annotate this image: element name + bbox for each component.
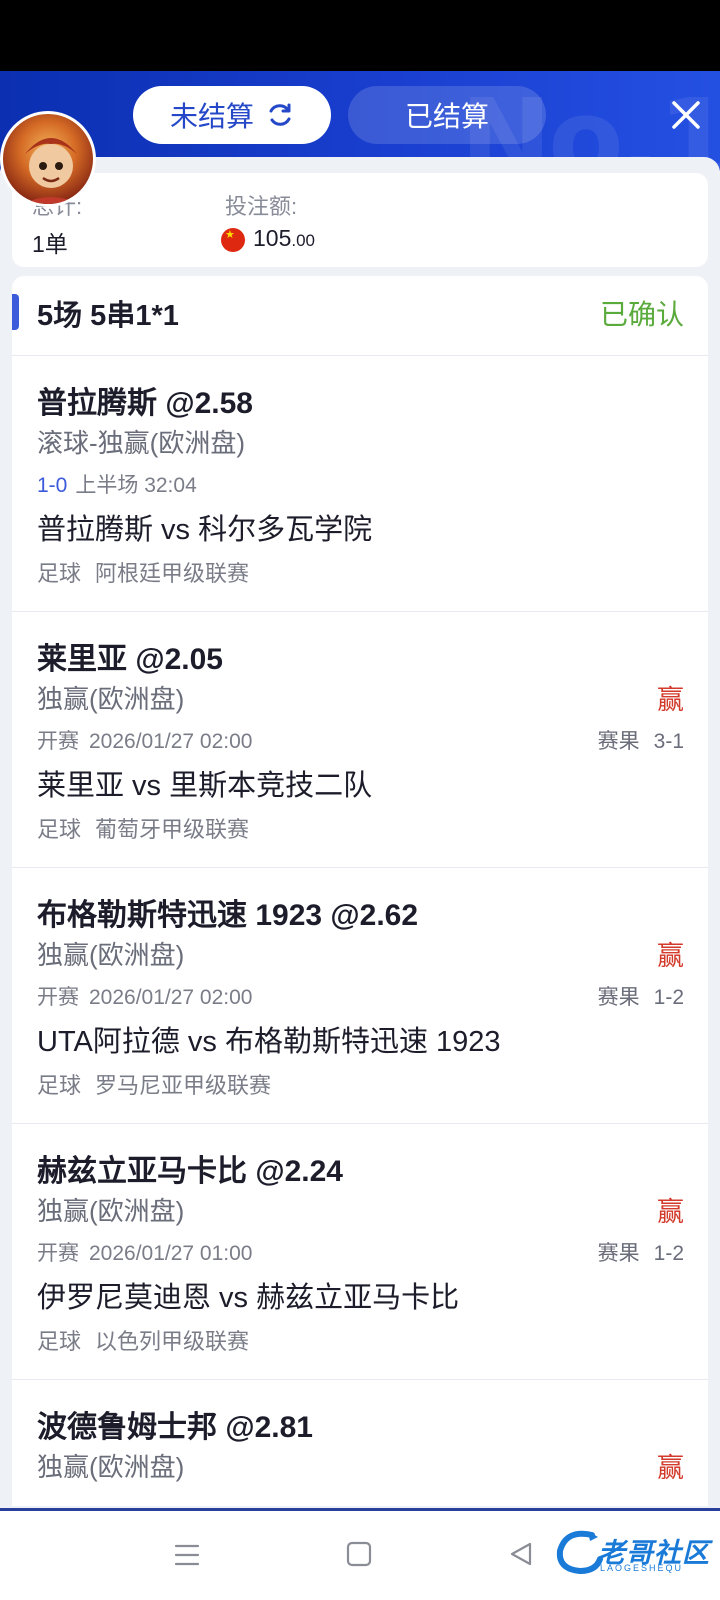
china-flag-icon [221,227,245,252]
stake-amount-value: 105.00 [221,225,315,252]
leg-match: UTA阿拉德 vs 布格勒斯特迅速 1923 [37,1026,501,1058]
tab-unsettled[interactable]: 未结算 [133,86,331,144]
leg-market: 独赢(欧洲盘) [37,684,185,714]
start-time: 2026/01/27 02:00 [89,986,253,1009]
leg-market: 滚球-独赢(欧洲盘) [37,428,245,458]
leg-match: 莱里亚 vs 里斯本竞技二队 [37,770,373,802]
header: No.1 未结算 已结算 [0,71,720,171]
leg-sport: 足球 [37,1329,82,1354]
system-nav-bar: 老哥社区 LAOGESHEQU [0,1511,720,1600]
leg-league: 足球 阿根廷甲级联赛 [37,556,249,588]
result-label: 赛果 [597,1242,640,1265]
result-label: 赛果 [597,730,640,753]
leg-win-badge: 赢 [657,1197,684,1227]
start-time: 2026/01/27 01:00 [89,1242,253,1265]
leg-league-name: 以色列甲级联赛 [95,1329,250,1354]
leg-league-name: 阿根廷甲级联赛 [95,561,250,586]
leg-win-badge: 赢 [657,685,684,715]
status-bar [0,0,720,71]
leg-league-name: 葡萄牙甲级联赛 [95,817,250,842]
stake-amount-main: 105 [253,225,292,251]
start-time: 2026/01/27 02:00 [89,730,253,753]
bet-card-header: 5场 5串1*1 已确认 [12,276,708,356]
watermark-subtext: LAOGESHEQU [600,1563,684,1573]
leg-market: 独赢(欧洲盘) [37,1196,185,1226]
leg-sport: 足球 [37,817,82,842]
start-label: 开赛 [37,1242,79,1265]
stake-amount-label: 投注额: [225,194,298,219]
bet-type: 5场 5串1*1 [37,300,179,332]
result-value: 3-1 [653,730,684,753]
leg-selection: 莱里亚 @2.05 [37,643,223,676]
leg-sport: 足球 [37,561,82,586]
leg-market: 独赢(欧洲盘) [37,940,185,970]
leg-result: 赛果 3-1 [598,725,684,755]
leg-start-info: 开赛 2026/01/27 02:00 [37,981,253,1011]
home-square-icon[interactable] [346,1541,372,1567]
result-label: 赛果 [597,986,640,1009]
bet-card[interactable]: 5场 5串1*1 已确认 普拉腾斯 @2.58 滚球-独赢(欧洲盘) 1-0 上半… [12,276,708,1506]
live-score: 1-0 [37,474,68,497]
bet-status: 已确认 [599,299,684,330]
leg-selection: 普拉腾斯 @2.58 [37,387,253,420]
leg-selection: 赫兹立亚马卡比 @2.24 [37,1155,343,1188]
avatar[interactable] [0,111,96,207]
leg-market: 独赢(欧洲盘) [37,1452,185,1482]
leg-selection: 波德鲁姆士邦 @2.81 [37,1411,313,1444]
start-label: 开赛 [37,986,79,1009]
leg-result: 赛果 1-2 [598,981,684,1011]
summary-card: 总计: 1单 投注额: 105.00 [12,173,708,267]
leg-start-info: 开赛 2026/01/27 02:00 [37,725,253,755]
leg-sport: 足球 [37,1073,82,1098]
leg-match: 普拉腾斯 vs 科尔多瓦学院 [37,514,373,546]
accent-bar [12,294,19,330]
tab-unsettled-label: 未结算 [169,101,254,132]
bet-leg[interactable]: 普拉腾斯 @2.58 滚球-独赢(欧洲盘) 1-0 上半场 32:04 普拉腾斯 … [12,356,708,612]
total-count-value: 1单 [32,231,68,257]
menu-icon[interactable] [173,1541,201,1569]
bet-leg[interactable]: 莱里亚 @2.05 独赢(欧洲盘) 赢 开赛 2026/01/27 02:00 赛… [12,612,708,868]
bet-leg[interactable]: 波德鲁姆士邦 @2.81 独赢(欧洲盘) 赢 [12,1380,708,1506]
refresh-icon[interactable] [266,101,294,129]
leg-win-badge: 赢 [657,1453,684,1483]
result-value: 1-2 [653,986,684,1009]
tab-settled[interactable]: 已结算 [348,86,546,144]
leg-result: 赛果 1-2 [598,1237,684,1267]
leg-start-info: 开赛 2026/01/27 01:00 [37,1237,253,1267]
start-label: 开赛 [37,730,79,753]
match-period: 上半场 32:04 [75,474,197,497]
community-watermark: 老哥社区 LAOGESHEQU [552,1525,712,1577]
leg-match: 伊罗尼莫迪恩 vs 赫兹立亚马卡比 [37,1282,460,1314]
result-value: 1-2 [653,1242,684,1265]
leg-league: 足球 葡萄牙甲级联赛 [37,812,249,844]
dragon-logo-icon [556,1530,603,1575]
stake-amount-decimal: .00 [291,231,316,250]
bet-leg[interactable]: 布格勒斯特迅速 1923 @2.62 独赢(欧洲盘) 赢 开赛 2026/01/2… [12,868,708,1124]
leg-win-badge: 赢 [657,941,684,971]
leg-league-name: 罗马尼亚甲级联赛 [95,1073,272,1098]
leg-live-info: 1-0 上半场 32:04 [37,469,197,499]
close-icon[interactable] [666,95,706,135]
back-triangle-icon[interactable] [508,1541,534,1567]
leg-selection: 布格勒斯特迅速 1923 @2.62 [37,899,419,932]
bet-leg[interactable]: 赫兹立亚马卡比 @2.24 独赢(欧洲盘) 赢 开赛 2026/01/27 01:… [12,1124,708,1380]
leg-league: 足球 罗马尼亚甲级联赛 [37,1068,271,1100]
leg-league: 足球 以色列甲级联赛 [37,1324,249,1356]
tab-settled-label: 已结算 [404,101,489,132]
